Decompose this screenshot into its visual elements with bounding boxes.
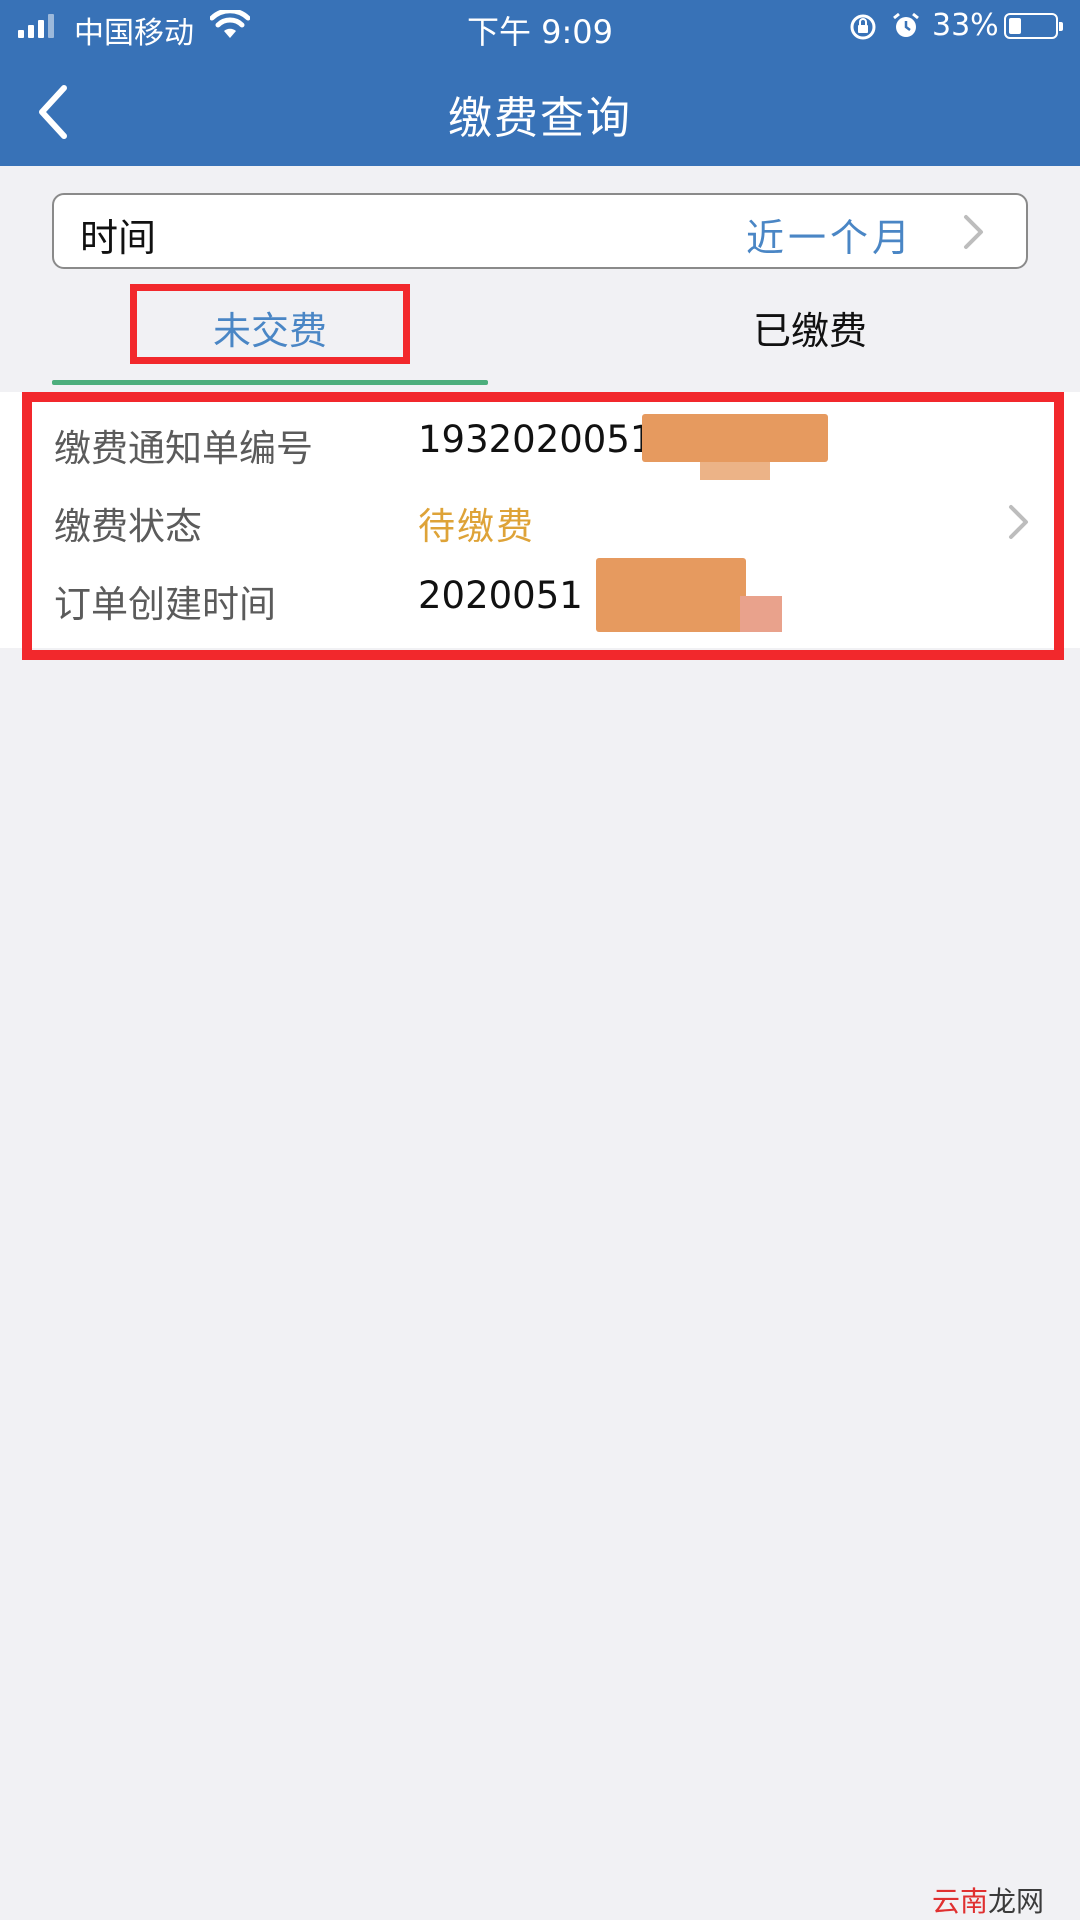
rotation-lock-icon	[850, 14, 876, 40]
battery-icon	[1004, 13, 1063, 39]
alarm-icon	[893, 12, 919, 37]
active-tab-indicator	[52, 380, 488, 385]
chevron-right-icon	[964, 215, 983, 249]
tab-highlight-annotation	[130, 284, 410, 364]
page-title: 缴费查询	[448, 93, 632, 144]
battery-percentage: 33%	[932, 8, 999, 43]
record-highlight-annotation	[22, 392, 1064, 660]
time-filter-selector[interactable]: 时间 近一个月	[52, 193, 1028, 269]
time-filter-value: 近一个月	[745, 216, 914, 260]
status-bar: 中国移动 下午 9:09 33%	[0, 0, 1080, 54]
watermark: 云南龙网	[931, 1885, 1044, 1918]
top-bar: 中国移动 下午 9:09 33% 缴费查询	[0, 0, 1080, 166]
time-filter-label: 时间	[80, 216, 157, 260]
tab-paid[interactable]: 已缴费	[592, 282, 1028, 380]
